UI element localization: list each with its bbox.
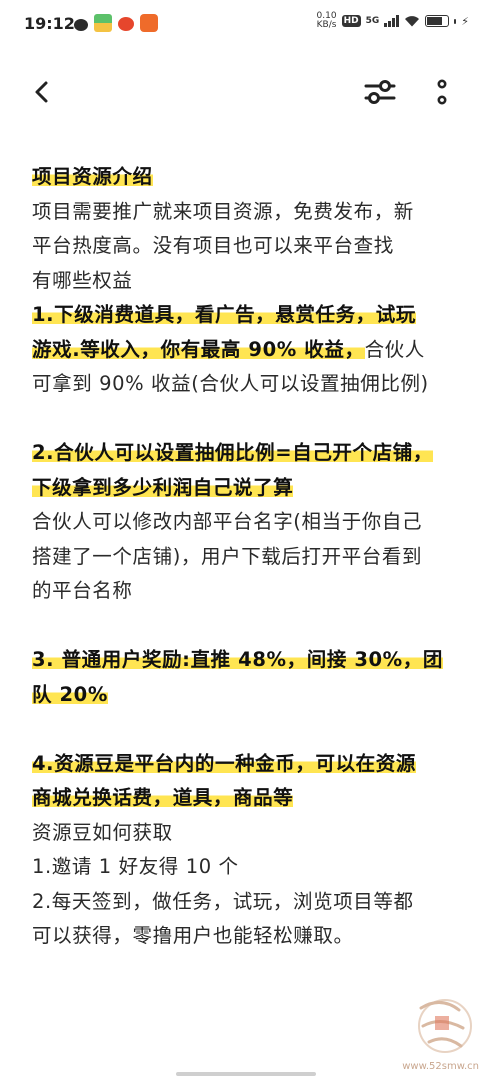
watermark-logo (418, 999, 472, 1053)
paragraph-line: 平台热度高。没有项目也可以来平台查找 (32, 234, 394, 257)
network-type: 5G (365, 16, 380, 26)
app-icon (94, 14, 112, 32)
home-indicator[interactable] (175, 1072, 316, 1076)
network-speed-unit: KB/s (316, 20, 337, 30)
highlight-text: 3. 普通用户奖励:直推 48%，间接 30%，团 (32, 648, 443, 671)
hd-badge: HD (341, 15, 361, 27)
highlight-text: 2.合伙人可以设置抽佣比例=自己开个店铺， (32, 441, 433, 464)
highlight-text: 游戏.等收入，你有最高 90% 收益， (32, 337, 365, 361)
paragraph-line: 可拿到 90% 收益(合伙人可以设置抽佣比例) (32, 372, 429, 395)
paragraph-line: 的平台名称 (32, 579, 133, 602)
highlight-line: 下级拿到多少利润自己说了算 (32, 471, 472, 506)
more-vertical-icon (437, 79, 447, 105)
charging-icon: ⚡︎ (461, 14, 469, 28)
nav-bar (0, 60, 491, 124)
highlight-line: 商城兑换话费，道具，商品等 (32, 781, 472, 816)
mixed-line: 游戏.等收入，你有最高 90% 收益，合伙人 (32, 333, 472, 368)
more-button[interactable] (426, 76, 458, 108)
paragraph-line: 搭建了一个店铺)，用户下载后打开平台看到 (32, 544, 423, 568)
section-heading-line: 项目资源介绍 (32, 160, 472, 195)
highlight-line: 队 20% (32, 678, 472, 713)
highlight-text: 下级拿到多少利润自己说了算 (32, 475, 294, 499)
app-icon (140, 14, 158, 32)
highlight-line: 4.资源豆是平台内的一种金币，可以在资源 (32, 747, 472, 782)
status-bar: 19:12 0.10 KB/s HD 5G ⚡︎ (0, 0, 491, 48)
section-heading: 项目资源介绍 (32, 165, 153, 188)
status-time: 19:12 (24, 14, 75, 33)
chevron-left-icon (35, 81, 48, 103)
paragraph-line: 资源豆如何获取 (32, 820, 173, 844)
wechat-icon (74, 18, 88, 31)
paragraph-line: 可以获得，零撸用户也能轻松赚取。 (32, 924, 354, 947)
paragraph-line: 项目需要推广就来项目资源，免费发布，新 (32, 199, 414, 223)
back-button[interactable] (26, 76, 58, 108)
highlight-text: 4.资源豆是平台内的一种金币，可以在资源 (32, 751, 416, 775)
adjust-icon (364, 80, 396, 104)
battery-icon (425, 15, 450, 27)
watermark-url: www.52smw.cn (402, 1061, 479, 1072)
battery-fill (427, 17, 442, 25)
paragraph-line: 2.每天签到，做任务，试玩，浏览项目等都 (32, 889, 414, 913)
adjust-button[interactable] (362, 76, 398, 108)
paragraph-line: 有哪些权益 (32, 268, 133, 292)
weibo-icon (118, 17, 134, 31)
article-content: 项目资源介绍 项目需要推广就来项目资源，免费发布，新 平台热度高。没有项目也可以… (32, 160, 472, 954)
signal-icon (384, 15, 400, 27)
network-speed: 0.10 KB/s (317, 12, 337, 30)
wifi-icon (405, 16, 420, 27)
highlight-text: 1.下级消费道具，看广告，悬赏任务，试玩 (32, 303, 416, 326)
highlight-text: 队 20% (32, 682, 108, 706)
paragraph-line: 1.邀请 1 好友得 10 个 (32, 855, 239, 878)
highlight-line: 3. 普通用户奖励:直推 48%，间接 30%，团 (32, 643, 472, 678)
paragraph-text: 合伙人 (364, 337, 425, 361)
system-indicators: 0.10 KB/s HD 5G ⚡︎ (317, 12, 469, 30)
battery-tip (454, 18, 457, 24)
highlight-text: 商城兑换话费，道具，商品等 (32, 786, 294, 809)
paragraph-line: 合伙人可以修改内部平台名字(相当于你自己 (32, 510, 423, 533)
highlight-line: 2.合伙人可以设置抽佣比例=自己开个店铺， (32, 436, 472, 471)
notification-icons (74, 14, 158, 32)
highlight-line: 1.下级消费道具，看广告，悬赏任务，试玩 (32, 298, 472, 333)
